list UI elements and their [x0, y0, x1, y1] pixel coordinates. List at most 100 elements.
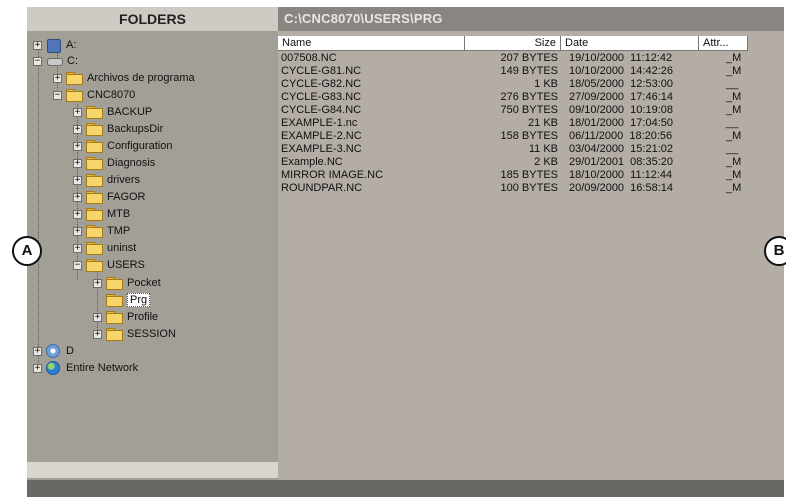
file-date: 06/11/2000 18:20:56 — [569, 130, 673, 142]
tree-node-profile[interactable]: + Profile — [93, 309, 158, 325]
file-row[interactable]: EXAMPLE-3.NC 11 KB 03/04/2000 15:21:02 __ — [278, 143, 784, 156]
file-row[interactable]: CYCLE-G81.NC 149 BYTES 10/10/2000 14:42:26… — [278, 65, 784, 78]
column-header-date[interactable]: Date — [561, 36, 699, 51]
status-bar — [27, 480, 784, 497]
tree-node-backupsdir[interactable]: + BackupsDir — [73, 121, 163, 137]
tree-node-session[interactable]: + SESSION — [93, 326, 176, 342]
folder-icon — [106, 328, 123, 341]
file-name: EXAMPLE-1.nc — [281, 117, 358, 129]
expand-icon[interactable]: + — [33, 363, 42, 373]
tree-node-d[interactable]: + D — [33, 343, 74, 359]
file-size: 21 KB — [528, 117, 558, 129]
folder-icon — [86, 225, 103, 238]
expand-icon[interactable]: + — [53, 73, 62, 83]
tree-node-cnc8070[interactable]: − CNC8070 — [53, 87, 135, 103]
tree-node-pocket[interactable]: + Pocket — [93, 275, 161, 291]
file-row[interactable]: EXAMPLE-1.nc 21 KB 18/01/2000 17:04:50 __ — [278, 117, 784, 130]
tree-node-a[interactable]: + A: — [33, 37, 76, 53]
folder-icon — [86, 191, 103, 204]
folder-icon — [86, 157, 103, 170]
file-attr: _M — [726, 182, 742, 194]
file-attr: _M — [726, 104, 742, 116]
file-row[interactable]: ROUNDPAR.NC 100 BYTES 20/09/2000 16:58:14 _… — [278, 182, 784, 195]
collapse-icon[interactable]: − — [73, 260, 82, 270]
expand-icon[interactable]: + — [73, 226, 82, 236]
expand-icon[interactable]: + — [73, 124, 82, 134]
tree-node-uninst[interactable]: + uninst — [73, 240, 136, 256]
expand-icon[interactable]: + — [93, 312, 102, 322]
collapse-icon[interactable]: − — [33, 56, 42, 66]
folder-icon — [86, 123, 103, 136]
tree-label: Diagnosis — [107, 157, 156, 169]
folder-icon — [66, 72, 83, 85]
folder-icon — [86, 140, 103, 153]
tree-node-mtb[interactable]: + MTB — [73, 206, 130, 222]
file-date: 03/04/2000 15:21:02 — [569, 143, 673, 155]
file-date: 09/10/2000 10:19:08 — [569, 104, 673, 116]
file-date: 18/01/2000 17:04:50 — [569, 117, 673, 129]
collapse-icon[interactable]: − — [53, 90, 62, 100]
folder-icon — [106, 277, 123, 290]
folder-icon — [86, 208, 103, 221]
expand-icon[interactable]: + — [73, 158, 82, 168]
expand-icon[interactable]: + — [73, 141, 82, 151]
file-name: CYCLE-G83.NC — [281, 91, 362, 103]
tree-label: uninst — [107, 242, 137, 254]
tree-node-prg[interactable]: Prg — [106, 292, 151, 308]
file-row[interactable]: 007508.NC 207 BYTES 19/10/2000 11:12:42 _M — [278, 52, 784, 65]
expand-icon[interactable]: + — [73, 209, 82, 219]
tree-node-c[interactable]: − C: — [33, 53, 78, 69]
files-panel: C:\CNC8070\USERS\PRG Name Size Date Attr… — [278, 7, 784, 480]
file-date: 18/10/2000 11:12:44 — [569, 169, 673, 181]
expand-icon[interactable]: + — [33, 346, 42, 356]
file-attr: _M — [726, 169, 742, 181]
file-row[interactable]: MIRROR IMAGE.NC 185 BYTES 18/10/2000 11:12… — [278, 169, 784, 182]
current-path: C:\CNC8070\USERS\PRG — [278, 7, 784, 31]
tree-node-diagnosis[interactable]: + Diagnosis — [73, 155, 155, 171]
tree-node-entire-network[interactable]: + Entire Network — [33, 360, 138, 376]
file-date: 27/09/2000 17:46:14 — [569, 91, 673, 103]
file-row[interactable]: EXAMPLE-2.NC 158 BYTES 06/11/2000 18:20:56… — [278, 130, 784, 143]
file-size: 149 BYTES — [500, 65, 558, 77]
tree-label: FAGOR — [107, 191, 146, 203]
tree-node-configuration[interactable]: + Configuration — [73, 138, 172, 154]
tree-label: BackupsDir — [107, 123, 164, 135]
tree-node-drivers[interactable]: + drivers — [73, 172, 140, 188]
tree-node-backup[interactable]: + BACKUP — [73, 104, 152, 120]
expand-icon[interactable]: + — [73, 107, 82, 117]
file-attr: __ — [726, 117, 739, 129]
column-header-size[interactable]: Size — [465, 36, 561, 51]
floppy-icon — [46, 38, 61, 53]
expand-icon[interactable]: + — [93, 329, 102, 339]
folder-open-icon — [86, 259, 103, 272]
file-name: CYCLE-G82.NC — [281, 78, 362, 90]
expand-icon[interactable]: + — [73, 192, 82, 202]
tree-node-fagor[interactable]: + FAGOR — [73, 189, 146, 205]
file-size: 276 BYTES — [500, 91, 558, 103]
expand-icon[interactable]: + — [73, 243, 82, 253]
tree-node-archivos[interactable]: + Archivos de programa — [53, 70, 195, 86]
column-header-attr[interactable]: Attr... — [699, 36, 748, 51]
file-name: CYCLE-G84.NC — [281, 104, 362, 116]
file-explorer-window: FOLDERS + A: − C: + Archivos de programa — [27, 7, 784, 497]
column-headers: Name Size Date Attr... — [278, 36, 784, 51]
file-row[interactable]: CYCLE-G83.NC 276 BYTES 27/09/2000 17:46:14… — [278, 91, 784, 104]
tree-label: C: — [67, 55, 78, 67]
file-date: 29/01/2001 08:35:20 — [569, 156, 673, 168]
file-name: Example.NC — [281, 156, 343, 168]
file-name: 007508.NC — [281, 52, 337, 64]
file-row[interactable]: CYCLE-G84.NC 750 BYTES 09/10/2000 10:19:08… — [278, 104, 784, 117]
file-row[interactable]: Example.NC 2 KB 29/01/2001 08:35:20 _M — [278, 156, 784, 169]
tree-node-tmp[interactable]: + TMP — [73, 223, 130, 239]
tree-node-users[interactable]: − USERS — [73, 257, 145, 273]
file-row[interactable]: CYCLE-G82.NC 1 KB 18/05/2000 12:53:00 __ — [278, 78, 784, 91]
tree-label: Profile — [127, 311, 159, 323]
expand-icon[interactable]: + — [93, 278, 102, 288]
file-size: 100 BYTES — [500, 182, 558, 194]
tree-label-selected: Prg — [127, 293, 151, 307]
tree-label: Pocket — [127, 277, 161, 289]
tree-label: SESSION — [127, 328, 176, 340]
expand-icon[interactable]: + — [33, 40, 42, 50]
expand-icon[interactable]: + — [73, 175, 82, 185]
column-header-name[interactable]: Name — [278, 36, 465, 51]
